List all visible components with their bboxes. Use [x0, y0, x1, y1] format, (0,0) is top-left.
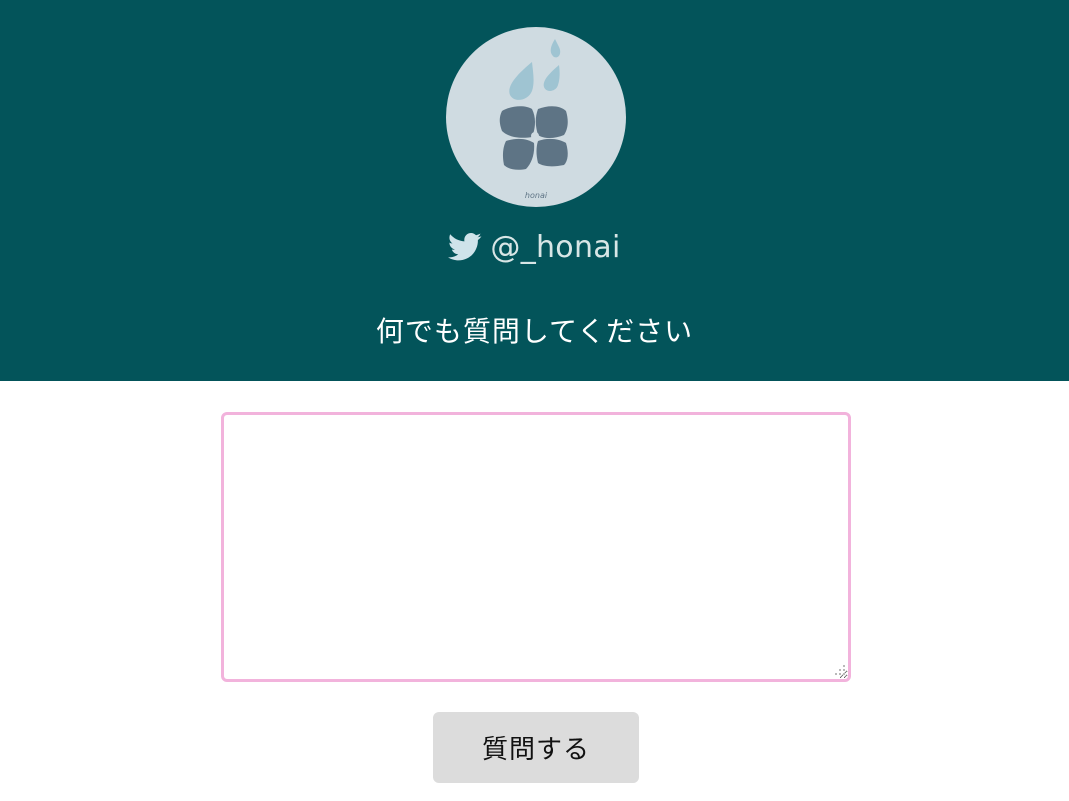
- page-title: 何でも質問してください: [375, 315, 694, 348]
- question-input[interactable]: [221, 412, 851, 682]
- twitter-handle-text: @_honai: [490, 229, 621, 265]
- profile-header: honai @_honai 何でも質問してください: [0, 0, 1069, 381]
- hydrangea-rain-icon: honai: [499, 39, 568, 200]
- submit-question-button[interactable]: 質問する: [433, 712, 639, 783]
- twitter-handle-link[interactable]: @_honai: [0, 225, 1069, 269]
- avatar: honai: [446, 27, 626, 207]
- avatar-label: honai: [525, 191, 548, 200]
- twitter-icon: [448, 232, 482, 261]
